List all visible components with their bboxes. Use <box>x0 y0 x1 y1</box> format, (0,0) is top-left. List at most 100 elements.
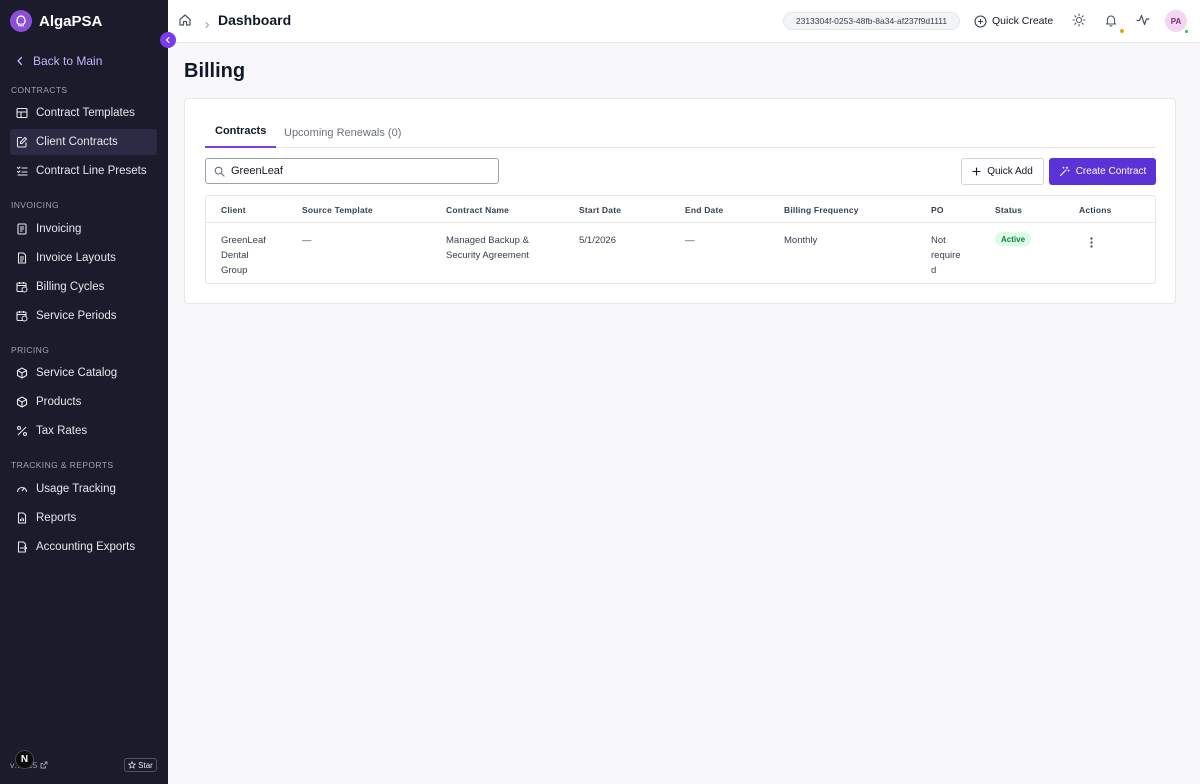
row-actions-menu-icon[interactable] <box>1086 235 1096 249</box>
create-contract-button[interactable]: Create Contract <box>1049 158 1156 185</box>
calendar-clock-icon <box>16 311 28 322</box>
cell-po-line: require <box>931 250 961 261</box>
cell-end-date: — <box>685 235 695 246</box>
table-row[interactable]: GreenLeaf Dental Group — Managed Backup … <box>206 223 1155 283</box>
cell-client-line: Group <box>221 265 248 276</box>
sidebar-item-label: Service Catalog <box>36 367 118 379</box>
sidebar-item-reports[interactable]: Reports <box>10 505 157 531</box>
column-header-client[interactable]: Client <box>221 205 246 215</box>
quick-create-button[interactable]: Quick Create <box>974 12 1053 30</box>
star-label: Star <box>138 760 153 770</box>
breadcrumb-title[interactable]: Dashboard <box>218 12 291 28</box>
contracts-table: Client Source Template Contract Name Sta… <box>205 195 1156 284</box>
sidebar-item-tax-rates[interactable]: Tax Rates <box>10 418 157 444</box>
package-icon <box>16 367 28 379</box>
sidebar-item-products[interactable]: Products <box>10 389 157 415</box>
tab-upcoming-renewals[interactable]: Upcoming Renewals (0) <box>284 127 401 150</box>
document-icon <box>17 252 27 264</box>
cell-contract-name-line: Managed Backup & <box>446 235 529 246</box>
tab-contracts[interactable]: Contracts <box>205 125 277 148</box>
column-header-status[interactable]: Status <box>995 205 1022 215</box>
brand[interactable]: AlgaPSA <box>10 10 102 32</box>
section-label-invoicing: INVOICING <box>11 200 59 210</box>
sidebar-item-label: Contract Line Presets <box>36 165 147 177</box>
sidebar-item-contract-line-presets[interactable]: Contract Line Presets <box>10 158 157 184</box>
column-header-source-template[interactable]: Source Template <box>302 205 373 215</box>
sidebar: AlgaPSA Back to Main CONTRACTS Contract … <box>0 0 168 784</box>
sidebar-item-label: Client Contracts <box>36 136 118 148</box>
column-header-contract-name[interactable]: Contract Name <box>446 205 509 215</box>
package-icon <box>16 396 28 408</box>
cell-start-date: 5/1/2026 <box>579 235 616 246</box>
sidebar-item-contract-templates[interactable]: Contract Templates <box>10 100 157 126</box>
n-badge[interactable]: N <box>15 750 34 769</box>
cell-client-line: GreenLeaf <box>221 235 266 246</box>
activity-icon[interactable] <box>1136 13 1150 32</box>
search-field[interactable] <box>205 158 499 184</box>
online-status-dot <box>1184 29 1189 34</box>
calendar-clock-icon <box>16 282 28 293</box>
cell-billing-frequency: Monthly <box>784 235 818 246</box>
sidebar-item-invoicing[interactable]: Invoicing <box>10 216 157 242</box>
chevron-left-icon <box>165 36 170 44</box>
column-header-end-date[interactable]: End Date <box>685 205 723 215</box>
column-header-actions: Actions <box>1079 205 1112 215</box>
sidebar-item-label: Products <box>36 396 82 408</box>
cell-client-line: Dental <box>221 250 249 261</box>
cell-contract-name: Managed Backup & Security Agreement <box>446 233 529 263</box>
sidebar-item-label: Accounting Exports <box>36 541 136 553</box>
gauge-icon <box>16 486 28 493</box>
status-badge: Active <box>995 232 1032 246</box>
sidebar-item-label: Usage Tracking <box>36 483 116 495</box>
collapse-sidebar-button[interactable] <box>160 32 176 48</box>
top-bar: Dashboard 2313304f-0253-48fb-8a34-af237f… <box>168 0 1200 43</box>
home-icon[interactable] <box>178 13 192 32</box>
external-link-icon <box>40 761 48 769</box>
sidebar-item-service-periods[interactable]: Service Periods <box>10 303 157 329</box>
sidebar-item-invoice-layouts[interactable]: Invoice Layouts <box>10 245 157 271</box>
search-input[interactable] <box>231 163 491 179</box>
sidebar-item-label: Invoice Layouts <box>36 252 116 264</box>
user-avatar[interactable]: PA <box>1165 10 1187 32</box>
quick-add-button[interactable]: Quick Add <box>961 158 1044 185</box>
search-icon <box>214 166 225 177</box>
chevron-left-icon <box>17 56 23 66</box>
back-to-main-label: Back to Main <box>33 54 103 68</box>
tab-bar: Contracts Upcoming Renewals (0) <box>205 121 1156 148</box>
star-button[interactable]: Star <box>124 758 157 772</box>
export-icon <box>17 541 28 553</box>
cell-po-line: Not <box>931 235 946 246</box>
session-id-badge[interactable]: 2313304f-0253-48fb-8a34-af237f9d1111 <box>783 12 960 30</box>
cell-po-line: d <box>931 265 937 276</box>
sidebar-item-label: Service Periods <box>36 310 117 322</box>
plus-icon <box>972 167 981 176</box>
notification-dot <box>1120 29 1124 33</box>
theme-toggle-sun-icon[interactable] <box>1072 13 1086 32</box>
cell-client: GreenLeaf Dental Group <box>221 233 266 278</box>
chevron-right-icon <box>203 16 211 34</box>
report-icon <box>17 512 27 524</box>
sidebar-item-usage-tracking[interactable]: Usage Tracking <box>10 476 157 502</box>
column-header-billing-frequency[interactable]: Billing Frequency <box>784 205 859 215</box>
bell-icon[interactable] <box>1104 13 1118 32</box>
back-to-main-link[interactable]: Back to Main <box>15 52 102 70</box>
quick-add-label: Quick Add <box>987 166 1033 177</box>
section-label-contracts: CONTRACTS <box>11 85 68 95</box>
app-name: AlgaPSA <box>39 12 103 30</box>
cell-contract-name-line: Security Agreement <box>446 250 529 261</box>
create-contract-label: Create Contract <box>1075 166 1147 177</box>
contracts-card: Contracts Upcoming Renewals (0) Quick Ad… <box>184 98 1176 304</box>
column-header-start-date[interactable]: Start Date <box>579 205 621 215</box>
file-edit-icon <box>16 136 28 148</box>
sidebar-item-label: Contract Templates <box>36 107 135 119</box>
cell-source-template: — <box>302 235 312 246</box>
sidebar-item-label: Invoicing <box>36 223 82 235</box>
column-header-po[interactable]: PO <box>931 205 944 215</box>
sidebar-item-client-contracts[interactable]: Client Contracts <box>10 129 157 155</box>
cell-po: Not require d <box>931 233 961 278</box>
layout-icon <box>16 107 28 119</box>
percent-icon <box>16 425 28 437</box>
sidebar-item-service-catalog[interactable]: Service Catalog <box>10 360 157 386</box>
sidebar-item-billing-cycles[interactable]: Billing Cycles <box>10 274 157 300</box>
sidebar-item-accounting-exports[interactable]: Accounting Exports <box>10 534 157 560</box>
